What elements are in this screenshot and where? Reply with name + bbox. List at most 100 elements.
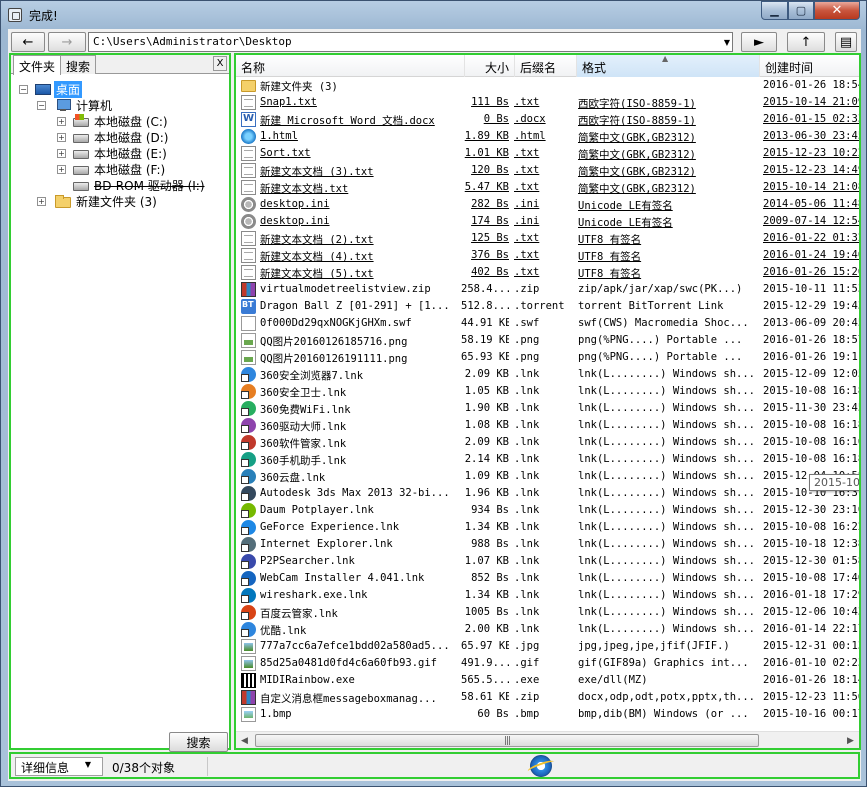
- address-input[interactable]: C:\Users\Administrator\Desktop: [88, 32, 733, 52]
- table-row[interactable]: virtualmodetreelistview.zip 258.4... .zip z…: [236, 281, 859, 298]
- table-row[interactable]: QQ图片20160126185716.png 58.19 KB .png png(%P…: [236, 332, 859, 349]
- table-row[interactable]: GeForce Experience.lnk 1.34 KB .lnk lnk(L..…: [236, 519, 859, 536]
- table-row[interactable]: 360安全浏览器7.lnk 2.09 KB .lnk lnk(L........) W…: [236, 366, 861, 383]
- file-name: wireshark.exe.lnk: [260, 589, 368, 601]
- table-row[interactable]: 360免费WiFi.lnk 1.90 KB .lnk lnk(L........) W…: [236, 400, 859, 417]
- table-row[interactable]: WebCam Installer 4.041.lnk 852 Bs .lnk lnk(…: [236, 570, 859, 587]
- horizontal-scrollbar[interactable]: ◀ ||| ▶: [236, 731, 859, 748]
- expand-icon[interactable]: +: [37, 197, 46, 206]
- up-button[interactable]: ↑: [787, 32, 825, 52]
- minimize-button[interactable]: ▁: [761, 1, 788, 20]
- table-row[interactable]: 新建文本文档.txt 5.47 KB .txt 简繁中文(GBK,GB2312) 201…: [236, 179, 859, 196]
- jpg-icon: [241, 639, 256, 654]
- tree-node[interactable]: 本地磁盘 (C:): [73, 113, 170, 129]
- column-header-ext[interactable]: 后缀名: [515, 55, 577, 77]
- file-format: lnk(L........) Windows sh...: [578, 589, 756, 601]
- file-size: 1.96 KB: [464, 487, 509, 499]
- table-row[interactable]: 0f000Dd29qxNOGKjGHXm.swf 44.91 KB .swf swf(…: [236, 315, 859, 332]
- app-icon[interactable]: [8, 8, 22, 22]
- collapse-icon[interactable]: −: [19, 85, 28, 94]
- table-row[interactable]: 新建文本文档 (4).txt 376 Bs .txt UTF8 有签名 2016-01-…: [236, 247, 859, 264]
- file-size: 60 Bs: [477, 708, 509, 720]
- scrollbar-thumb[interactable]: |||: [255, 734, 759, 747]
- tree-node[interactable]: 本地磁盘 (E:): [73, 145, 169, 161]
- table-row[interactable]: Internet Explorer.lnk 988 Bs .lnk lnk(L....…: [236, 536, 859, 553]
- menu-button[interactable]: ▤: [835, 32, 857, 52]
- shortcut-360browser-icon: [241, 367, 256, 382]
- expand-icon[interactable]: +: [57, 165, 66, 174]
- table-row[interactable]: 360安全卫士.lnk 1.05 KB .lnk lnk(L........) Win…: [236, 383, 859, 400]
- title-bar[interactable]: 完成! ▁ ▢ ✕: [1, 1, 866, 29]
- forward-button[interactable]: →: [48, 32, 86, 52]
- tree-node[interactable]: 计算机: [55, 97, 114, 113]
- tab-folders[interactable]: 文件夹: [13, 55, 62, 75]
- tab-search[interactable]: 搜索: [60, 55, 97, 74]
- table-row[interactable]: MIDIRainbow.exe 565.5... .exe exe/dll(MZ) 20…: [236, 672, 859, 689]
- scroll-right-icon[interactable]: ▶: [842, 732, 859, 748]
- internet-explorer-icon: [530, 755, 552, 777]
- file-created-date: 2015-12-09 12:05: [763, 368, 861, 380]
- column-header-date[interactable]: 创建时间: [760, 55, 859, 77]
- table-row[interactable]: 新建文本文档 (5).txt 402 Bs .txt UTF8 有签名 2016-01-…: [236, 264, 859, 281]
- txt-icon: [241, 248, 256, 263]
- file-size: 2.00 KB: [464, 623, 509, 635]
- column-header-size[interactable]: 大小: [465, 55, 515, 77]
- table-row[interactable]: desktop.ini 282 Bs .ini Unicode LE有签名 2014-0…: [236, 196, 859, 213]
- maximize-button[interactable]: ▢: [788, 1, 814, 20]
- table-row[interactable]: wireshark.exe.lnk 1.34 KB .lnk lnk(L.......…: [236, 587, 859, 604]
- table-row[interactable]: QQ图片20160126191111.png 65.93 KB .png png(%P…: [236, 349, 859, 366]
- back-button[interactable]: ←: [11, 32, 45, 52]
- table-row[interactable]: desktop.ini 174 Bs .ini Unicode LE有签名 2009-0…: [236, 213, 859, 230]
- txt-icon: [241, 146, 256, 161]
- table-row[interactable]: Daum Potplayer.lnk 934 Bs .lnk lnk(L.......…: [236, 502, 859, 519]
- table-row[interactable]: 百度云管家.lnk 1005 Bs .lnk lnk(L........) Windo…: [236, 604, 859, 621]
- expand-icon[interactable]: +: [57, 149, 66, 158]
- table-row[interactable]: P2PSearcher.lnk 1.07 KB .lnk lnk(L........)…: [236, 553, 859, 570]
- file-format: UTF8 有签名: [578, 268, 642, 280]
- table-row[interactable]: 1.bmp 60 Bs .bmp bmp,dib(BM) Windows (or ..…: [236, 706, 859, 723]
- table-row[interactable]: Autodesk 3ds Max 2013 32-bi... 1.96 KB .ln…: [236, 485, 859, 502]
- expand-icon[interactable]: +: [57, 117, 66, 126]
- table-row[interactable]: 1.html 1.89 KB .html 简繁中文(GBK,GB2312) 2013-0…: [236, 128, 859, 145]
- tree-node[interactable]: 本地磁盘 (F:): [73, 161, 167, 177]
- table-row[interactable]: 360驱动大师.lnk 1.08 KB .lnk lnk(L........) Win…: [236, 417, 859, 434]
- table-row[interactable]: 新建文本文档 (2).txt 125 Bs .txt UTF8 有签名 2016-01-…: [236, 230, 859, 247]
- chevron-down-icon[interactable]: ▼: [81, 758, 95, 771]
- table-row[interactable]: 自定义消息框messageboxmanag... 58.61 KB .zip docx…: [236, 689, 859, 706]
- table-row[interactable]: 360云盘.lnk 1.09 KB .lnk lnk(L........) Windo…: [236, 468, 859, 485]
- file-format: lnk(L........) Windows sh...: [578, 555, 756, 567]
- file-name: 百度云管家.lnk: [260, 608, 338, 620]
- file-size: 1.34 KB: [464, 521, 509, 533]
- tree-node[interactable]: 桌面: [35, 80, 83, 98]
- file-format: lnk(L........) Windows sh...: [578, 538, 756, 550]
- column-header-name[interactable]: 名称: [236, 55, 465, 77]
- tree-node[interactable]: 新建文件夹 (3): [55, 193, 159, 209]
- table-row[interactable]: Dragon Ball Z [01-291] + [1... 512.8... .t…: [236, 298, 859, 315]
- scroll-left-icon[interactable]: ◀: [236, 732, 253, 748]
- table-row[interactable]: 新建文件夹 (3) 2016-01-26 18:54: [236, 77, 859, 94]
- file-name: 新建文本文档 (5).txt: [260, 268, 374, 280]
- table-row[interactable]: 新建 Microsoft Word 文档.docx 0 Bs .docx 西欧字符(I…: [236, 111, 859, 128]
- pane-close-button[interactable]: X: [213, 56, 227, 71]
- address-dropdown-icon[interactable]: ▼: [721, 33, 733, 51]
- table-row[interactable]: 85d25a0481d0fd4c6a60fb93.gif 491.9... .gif…: [236, 655, 859, 672]
- expand-icon[interactable]: +: [57, 133, 66, 142]
- table-row[interactable]: 777a7cc6a7efce1bdd02a580ad5... 65.97 KB .j…: [236, 638, 859, 655]
- column-header-format[interactable]: 格式 ▲: [577, 55, 760, 77]
- tree-node[interactable]: 本地磁盘 (D:): [73, 129, 170, 145]
- go-button[interactable]: ►: [741, 32, 777, 52]
- table-row[interactable]: 优酷.lnk 2.00 KB .lnk lnk(L........) Windows …: [236, 621, 859, 638]
- tree-node[interactable]: BD-ROM 驱动器 (I:): [73, 177, 207, 193]
- table-row[interactable]: Sort.txt 1.01 KB .txt 简繁中文(GBK,GB2312) 2015-…: [236, 145, 859, 162]
- table-row[interactable]: Snap1.txt 111 Bs .txt 西欧字符(ISO-8859-1) 2015-…: [236, 94, 859, 111]
- table-row[interactable]: 360软件管家.lnk 2.09 KB .lnk lnk(L........) Win…: [236, 434, 859, 451]
- table-row[interactable]: 360手机助手.lnk 2.14 KB .lnk lnk(L........) Win…: [236, 451, 859, 468]
- close-button[interactable]: ✕: [814, 1, 860, 20]
- file-size: 852 Bs: [471, 572, 509, 584]
- file-format: png(%PNG....) Portable ...: [578, 334, 743, 346]
- arrow-up-icon: ↑: [800, 34, 812, 50]
- search-button[interactable]: 搜索: [169, 732, 228, 752]
- table-row[interactable]: 新建文本文档 (3).txt 120 Bs .txt 简繁中文(GBK,GB2312)…: [236, 162, 859, 179]
- shortcut-360software-icon: [241, 435, 256, 450]
- collapse-icon[interactable]: −: [37, 101, 46, 110]
